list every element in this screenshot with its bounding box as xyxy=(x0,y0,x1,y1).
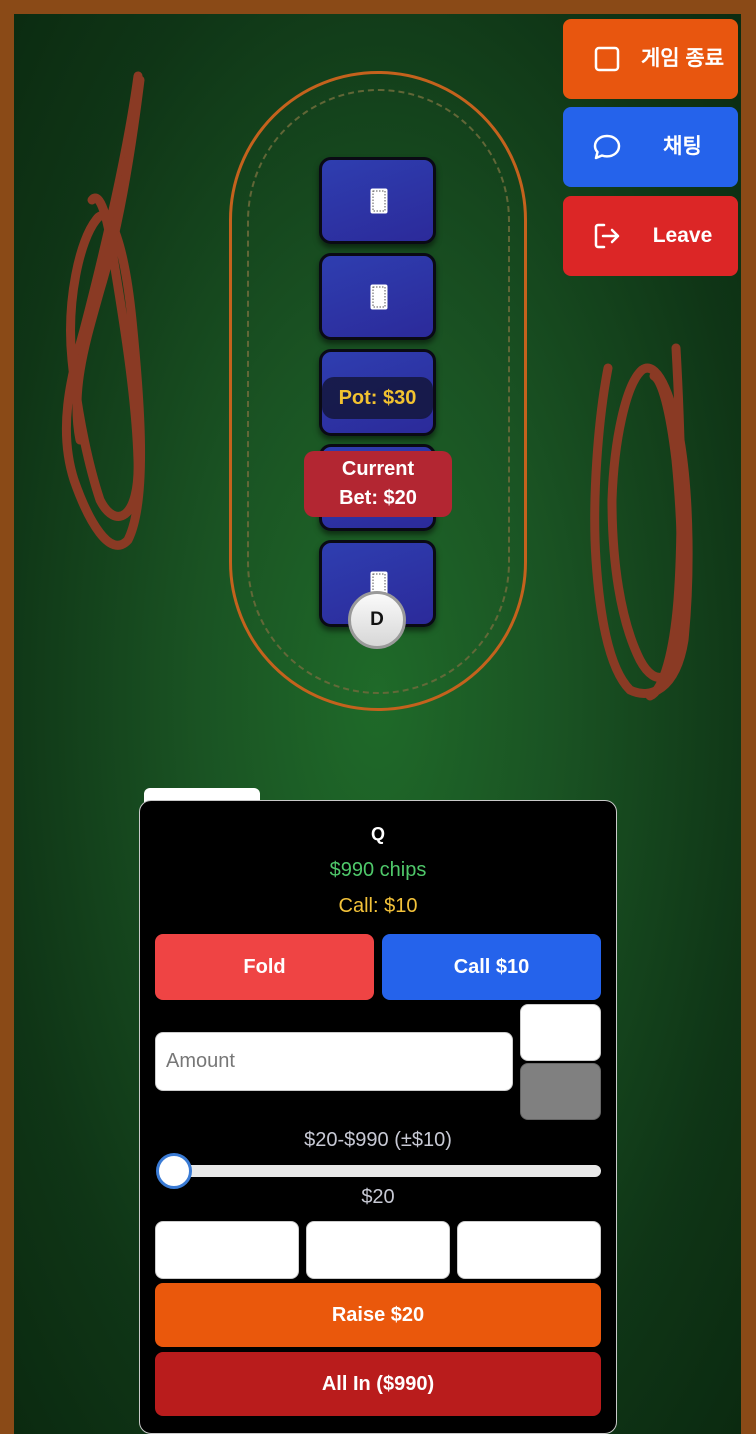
community-card xyxy=(319,157,436,244)
call-amount-info: Call: $10 xyxy=(338,895,418,917)
pot-display: Pot: $30 xyxy=(322,377,433,419)
raise-range-label: $20-$990 (±$10) xyxy=(304,1129,452,1151)
chat-bubble-icon xyxy=(593,134,621,160)
all-in-button[interactable]: All In ($990) xyxy=(155,1352,601,1416)
quick-bet-button[interactable] xyxy=(457,1221,601,1279)
end-game-label: 게임 종료 xyxy=(640,47,725,70)
quick-bet-button[interactable] xyxy=(155,1221,299,1279)
raise-button[interactable]: Raise $20 xyxy=(155,1283,601,1347)
player-name: Q xyxy=(370,824,385,844)
card-back-icon xyxy=(370,284,388,310)
current-bet-line2: Bet: $20 xyxy=(339,487,417,509)
fold-button[interactable]: Fold xyxy=(155,934,374,1000)
card-back-icon xyxy=(370,188,388,214)
call-button[interactable]: Call $10 xyxy=(382,934,601,1000)
leave-label: Leave xyxy=(652,224,713,247)
decrement-button[interactable] xyxy=(520,1063,601,1120)
dealer-button: D xyxy=(348,591,406,649)
increment-button[interactable] xyxy=(520,1004,601,1061)
end-game-button[interactable]: 게임 종료 xyxy=(563,19,738,99)
square-icon xyxy=(594,46,620,72)
logout-icon xyxy=(594,223,620,249)
current-bet-line1: Current xyxy=(341,458,415,480)
raise-slider-thumb[interactable] xyxy=(156,1153,192,1189)
slider-value: $20 xyxy=(361,1186,395,1208)
leave-button[interactable]: Leave xyxy=(563,196,738,276)
chat-label: 채팅 xyxy=(663,135,702,158)
current-bet-badge: Current Bet: $20 xyxy=(304,451,452,517)
raise-slider-track[interactable] xyxy=(170,1165,601,1177)
amount-input[interactable] xyxy=(155,1032,513,1091)
chat-button[interactable]: 채팅 xyxy=(563,107,738,187)
community-card xyxy=(319,253,436,340)
quick-bet-button[interactable] xyxy=(306,1221,450,1279)
player-chips: $990 chips xyxy=(329,859,427,881)
